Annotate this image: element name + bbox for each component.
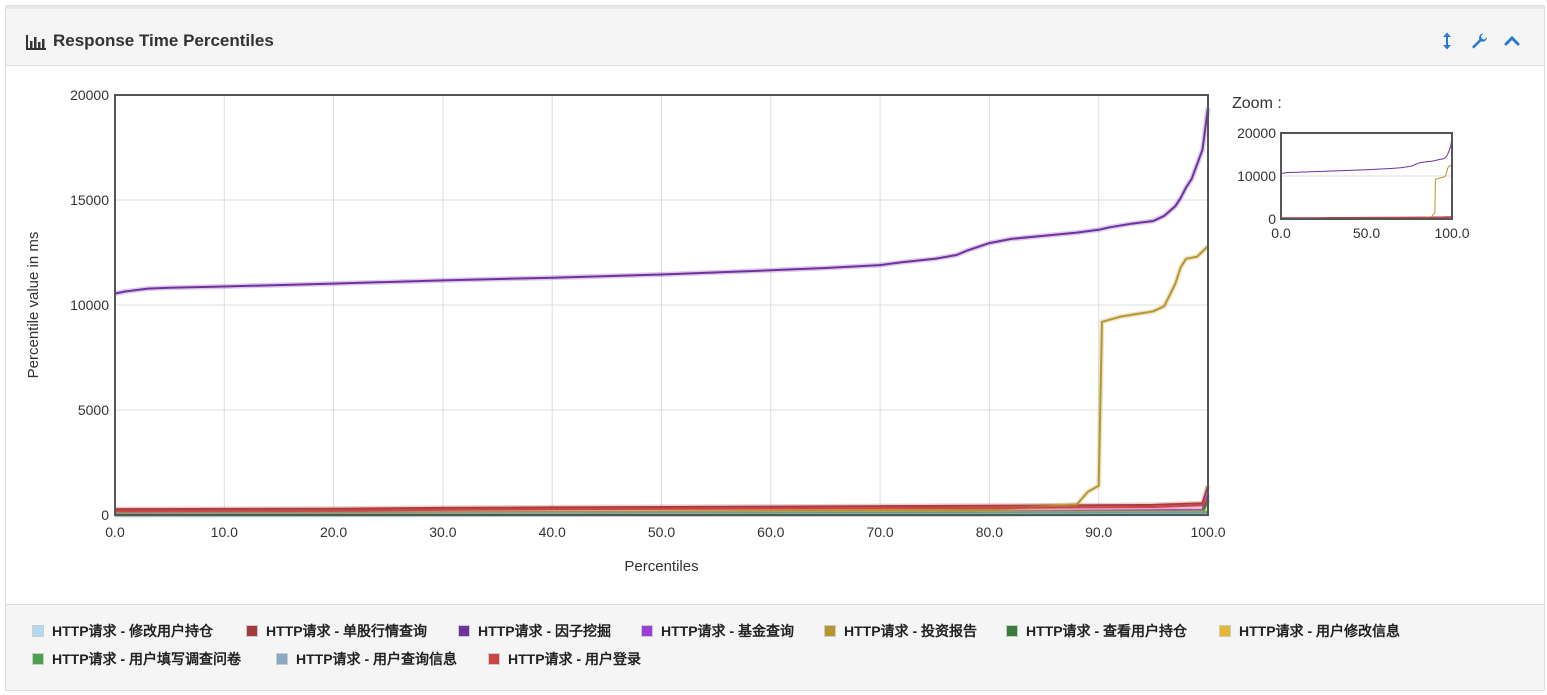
legend-item[interactable]: HTTP请求 - 用户修改信息	[1219, 621, 1400, 641]
legend-swatch	[824, 625, 836, 637]
zoom-x-tick-label: 100.0	[1434, 225, 1469, 241]
legend-label: HTTP请求 - 因子挖掘	[478, 623, 611, 639]
x-tick-label: 70.0	[866, 524, 893, 540]
legend-label: HTTP请求 - 用户填写调查问卷	[52, 651, 241, 667]
response-time-percentiles-panel: Response Time Percentiles 0.0 10.0 20.0 30.…	[5, 5, 1545, 691]
x-tick-label: 40.0	[539, 524, 566, 540]
x-tick-label: 20.0	[320, 524, 347, 540]
chevron-up-icon[interactable]	[1502, 31, 1522, 51]
zoom-x-tick-label: 0.0	[1271, 225, 1291, 241]
legend-item[interactable]: HTTP请求 - 单股行情查询	[246, 621, 427, 641]
legend-item[interactable]: HTTP请求 - 投资报告	[824, 621, 977, 641]
percentiles-chart[interactable]: 0.0 10.0 20.0 30.0 40.0 50.0 60.0 70.0 80.0 90.0 1…	[6, 66, 1544, 604]
x-tick-label: 30.0	[429, 524, 456, 540]
x-axis-label: Percentiles	[624, 558, 698, 575]
legend-label: HTTP请求 - 查看用户持仓	[1026, 623, 1187, 639]
bar-chart-icon	[26, 35, 46, 50]
y-axis-label: Percentile value in ms	[25, 232, 42, 379]
legend-label: HTTP请求 - 修改用户持仓	[52, 623, 213, 639]
vertical-arrows-icon[interactable]	[1437, 31, 1457, 51]
zoom-label: Zoom :	[1232, 95, 1282, 112]
legend-label: HTTP请求 - 用户修改信息	[1239, 623, 1400, 639]
legend-swatch	[1219, 625, 1231, 637]
zoom-y-tick-label: 0	[1268, 211, 1276, 227]
y-tick-label: 20000	[70, 87, 109, 103]
x-tick-label: 10.0	[211, 524, 238, 540]
x-tick-label: 80.0	[976, 524, 1003, 540]
chart-area: 0.0 10.0 20.0 30.0 40.0 50.0 60.0 70.0 80.0 90.0 1…	[6, 66, 1544, 604]
chart-legend: HTTP请求 - 修改用户持仓 HTTP请求 - 单股行情查询 HTTP请求 - 因…	[6, 604, 1544, 690]
y-tick-label: 15000	[70, 192, 109, 208]
legend-swatch	[488, 653, 500, 665]
x-tick-label: 60.0	[757, 524, 784, 540]
legend-item[interactable]: HTTP请求 - 修改用户持仓	[32, 621, 213, 641]
zoom-series-line-2	[1280, 135, 1453, 175]
x-tick-label: 100.0	[1190, 524, 1225, 540]
wrench-icon[interactable]	[1469, 31, 1489, 51]
legend-item[interactable]: HTTP请求 - 用户登录	[488, 649, 641, 669]
legend-item[interactable]: HTTP请求 - 用户填写调查问卷	[32, 649, 241, 669]
legend-swatch	[276, 653, 288, 665]
zoom-x-tick-label: 50.0	[1353, 225, 1380, 241]
zoom-y-tick-label: 20000	[1237, 125, 1276, 141]
legend-swatch	[32, 625, 44, 637]
panel-title: Response Time Percentiles	[53, 31, 274, 50]
x-tick-label: 0.0	[105, 524, 125, 540]
zoom-y-tick-label: 10000	[1237, 168, 1276, 184]
legend-label: HTTP请求 - 用户查询信息	[296, 651, 457, 667]
legend-swatch	[1006, 625, 1018, 637]
x-tick-label: 90.0	[1085, 524, 1112, 540]
legend-label: HTTP请求 - 基金查询	[661, 623, 794, 639]
x-tick-label: 50.0	[648, 524, 675, 540]
y-tick-label: 0	[101, 507, 109, 523]
legend-item[interactable]: HTTP请求 - 因子挖掘	[458, 621, 611, 641]
legend-item[interactable]: HTTP请求 - 用户查询信息	[276, 649, 457, 669]
legend-swatch	[458, 625, 470, 637]
legend-swatch	[32, 653, 44, 665]
legend-swatch	[641, 625, 653, 637]
panel-heading: Response Time Percentiles	[6, 6, 1544, 66]
legend-swatch	[246, 625, 258, 637]
legend-item[interactable]: HTTP请求 - 基金查询	[641, 621, 794, 641]
legend-label: HTTP请求 - 用户登录	[508, 651, 641, 667]
y-tick-label: 5000	[78, 402, 109, 418]
legend-label: HTTP请求 - 投资报告	[844, 623, 977, 639]
legend-label: HTTP请求 - 单股行情查询	[266, 623, 427, 639]
legend-item[interactable]: HTTP请求 - 查看用户持仓	[1006, 621, 1187, 641]
y-tick-label: 10000	[70, 297, 109, 313]
